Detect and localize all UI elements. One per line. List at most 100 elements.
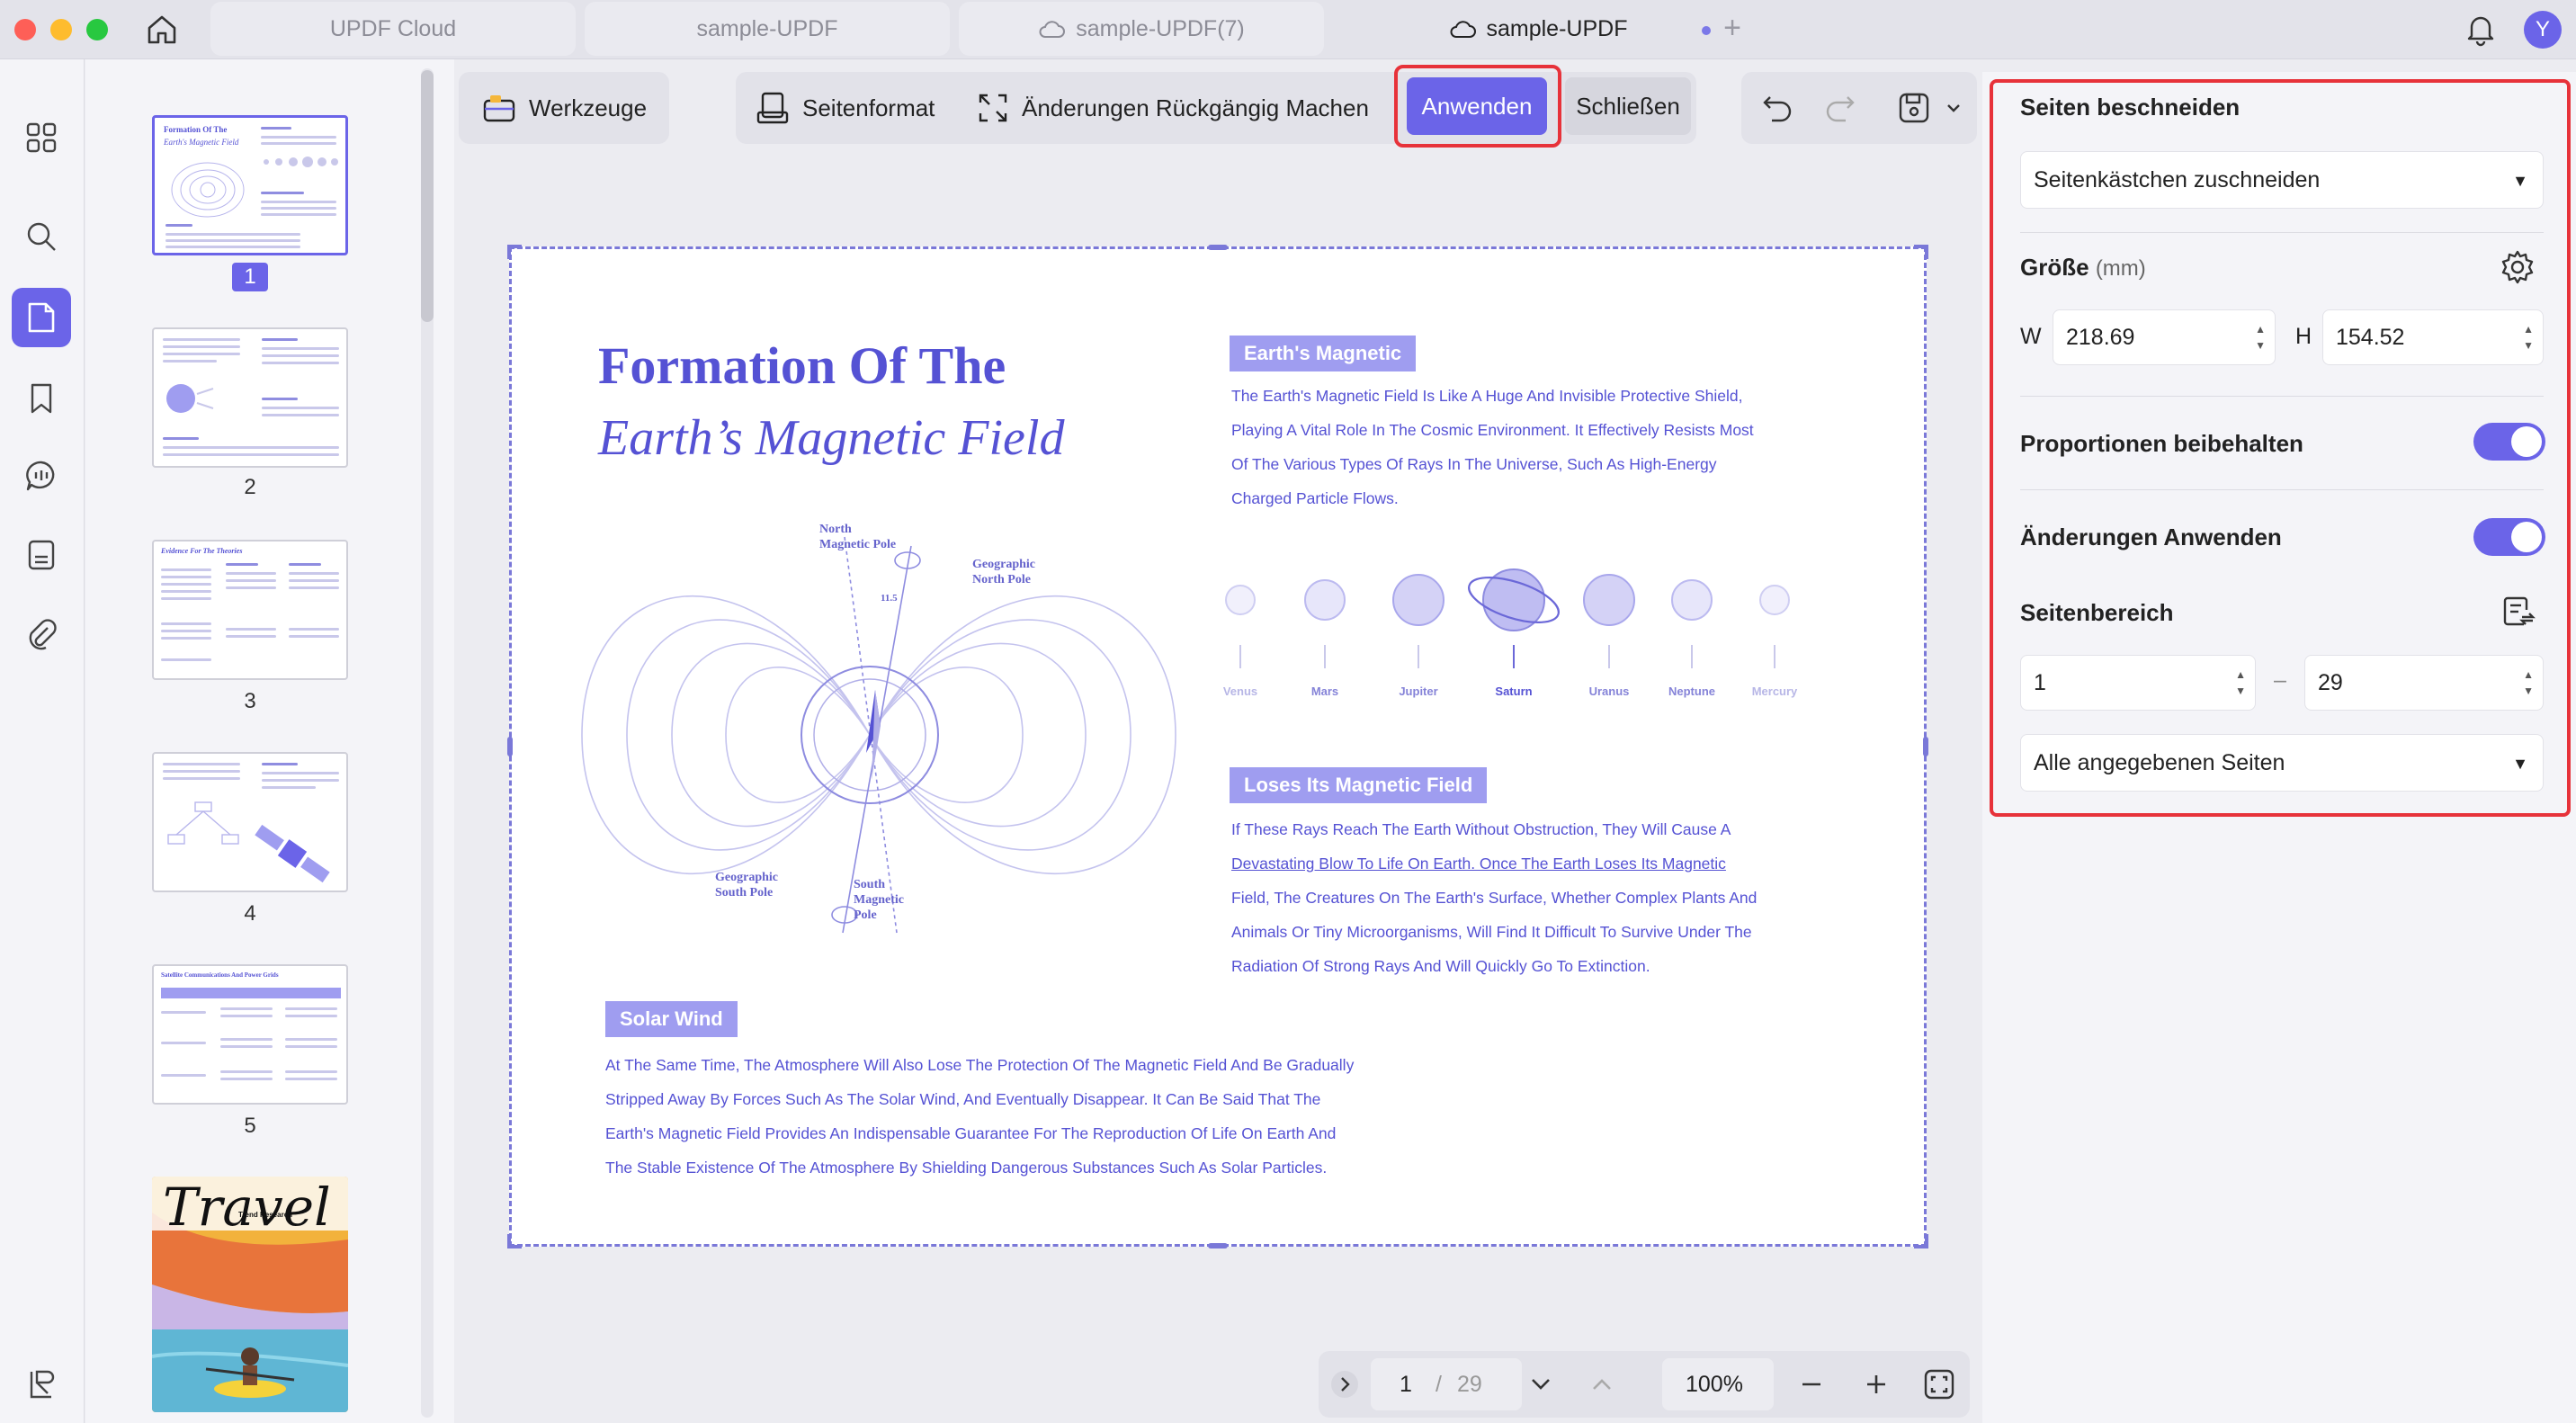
tools-label: Werkzeuge <box>529 94 648 121</box>
section-tag-loses-field: Loses Its Magnetic Field <box>1230 767 1488 803</box>
tools-button[interactable]: Werkzeuge <box>482 72 647 144</box>
thumbnail-title: Formation Of The <box>164 125 228 134</box>
window-minimize-button[interactable] <box>50 19 72 40</box>
tab-sample-updf-active[interactable]: sample-UPDF <box>1403 2 1711 56</box>
page-number-label: 3 <box>244 689 256 713</box>
pages-subset-select[interactable]: Alle angegebenen Seiten ▼ <box>2020 734 2544 792</box>
crop-handle-left[interactable] <box>507 737 513 756</box>
planet-label: Mercury <box>1751 685 1798 698</box>
comment-icon[interactable] <box>12 446 71 506</box>
bookmark-icon[interactable] <box>12 369 71 428</box>
height-stepper-icon[interactable]: ▲ ▼ <box>2523 321 2534 354</box>
zoom-level[interactable]: 100% <box>1686 1351 1743 1418</box>
form-icon[interactable] <box>12 525 71 585</box>
page-thumbnail-1[interactable]: Formation Of The Earth's Magnetic Field <box>152 115 348 255</box>
tools-group: Werkzeuge <box>459 72 669 144</box>
range-to-value: 29 <box>2318 669 2343 695</box>
planet-label: Jupiter <box>1399 685 1438 698</box>
page-number-label: 4 <box>244 901 256 926</box>
height-input[interactable]: 154.52 ▲ ▼ <box>2322 309 2544 365</box>
window-close-button[interactable] <box>14 19 36 40</box>
undo-icon[interactable] <box>1761 92 1793 124</box>
apply-button[interactable]: Anwenden <box>1407 77 1547 135</box>
width-stepper-icon[interactable]: ▲ ▼ <box>2255 321 2266 354</box>
paragraph-magnetic: The Earth's Magnetic Field Is Like A Hug… <box>1231 387 1754 507</box>
page-format-button[interactable]: Seitenformat <box>756 72 935 144</box>
chevron-down-icon[interactable] <box>1945 99 1963 117</box>
expand-icon <box>977 92 1009 124</box>
window-maximize-button[interactable] <box>86 19 108 40</box>
title-bar: UPDF Cloud sample-UPDF sample-UPDF(7) sa… <box>0 0 2576 59</box>
page-thumbnail-3[interactable]: Evidence For The Theories <box>152 540 348 680</box>
home-icon[interactable] <box>144 12 180 48</box>
width-input[interactable]: 218.69 ▲ ▼ <box>2053 309 2276 365</box>
history-group <box>1741 72 1977 144</box>
tab-updf-cloud[interactable]: UPDF Cloud <box>210 2 576 56</box>
undo-changes-button[interactable]: Änderungen Rückgängig Machen <box>977 72 1369 144</box>
organize-grid-icon[interactable] <box>12 108 71 167</box>
height-label: H <box>2295 324 2312 349</box>
keep-ratio-toggle[interactable] <box>2473 423 2545 461</box>
height-value: 154.52 <box>2336 324 2405 350</box>
page-separator: / <box>1436 1371 1442 1397</box>
next-page-icon[interactable] <box>1527 1351 1554 1418</box>
page-range-icon[interactable] <box>2500 594 2536 630</box>
thumbnail-scrollbar[interactable] <box>421 70 434 322</box>
pages-icon[interactable] <box>12 288 71 347</box>
gear-icon[interactable] <box>2499 248 2536 286</box>
crop-handle-bottom[interactable] <box>1208 1243 1228 1248</box>
south-magnetic-pole-label: South Magnetic Pole <box>854 878 904 922</box>
range-dash: – <box>2274 667 2286 693</box>
page-thumbnail-6[interactable]: Travel Trend Research <box>152 1177 348 1412</box>
range-from-stepper-icon[interactable]: ▲ ▼ <box>2235 667 2246 699</box>
section-tag-earths-magnetic: Earth's Magnetic <box>1230 336 1417 371</box>
planet-label: Venus <box>1222 685 1258 698</box>
current-page-input[interactable]: 1 <box>1400 1351 1412 1418</box>
fit-page-icon[interactable] <box>1923 1351 1955 1418</box>
crop-mode-select[interactable]: Seitenkästchen zuschneiden ▼ <box>2020 151 2544 209</box>
thumbnail-title: Satellite Communications And Power Grids <box>161 971 279 979</box>
crop-handle-right[interactable] <box>1923 737 1928 756</box>
apply-changes-toggle[interactable] <box>2473 518 2545 556</box>
bell-icon[interactable] <box>2463 11 2499 47</box>
previous-page-icon[interactable] <box>1588 1351 1615 1418</box>
crop-pages-title: Seiten beschneiden <box>2020 94 2241 121</box>
add-tab-icon[interactable]: + <box>1716 13 1749 45</box>
save-icon[interactable] <box>1896 90 1932 126</box>
range-to-stepper-icon[interactable]: ▲ ▼ <box>2523 667 2534 699</box>
crop-handle-top-right[interactable] <box>1914 245 1928 259</box>
planet-label: Mars <box>1310 685 1339 698</box>
page-thumbnail-4[interactable] <box>152 752 348 892</box>
zoom-in-icon[interactable] <box>1864 1351 1889 1418</box>
zoom-out-icon[interactable] <box>1799 1351 1824 1418</box>
crop-mode-value: Seitenkästchen zuschneiden <box>2034 166 2321 192</box>
crop-handle-top[interactable] <box>1208 245 1228 250</box>
planets-diagram <box>1225 568 1790 668</box>
tab-label: UPDF Cloud <box>329 15 457 41</box>
thumbnail-subtitle: Earth's Magnetic Field <box>164 138 239 147</box>
search-icon[interactable] <box>12 207 71 266</box>
crop-handle-bottom-right[interactable] <box>1914 1234 1928 1248</box>
close-button[interactable]: Schließen <box>1565 77 1691 135</box>
tab-label: sample-UPDF <box>1486 15 1628 41</box>
tab-sample-updf-7[interactable]: sample-UPDF(7) <box>959 2 1324 56</box>
crop-handle-top-left[interactable] <box>507 245 522 259</box>
range-to-input[interactable]: 29 ▲ ▼ <box>2304 655 2544 711</box>
page-thumbnail-5[interactable]: Satellite Communications And Power Grids <box>152 964 348 1105</box>
layers-icon[interactable] <box>12 1355 71 1414</box>
range-from-input[interactable]: 1 ▲ ▼ <box>2020 655 2256 711</box>
redo-icon[interactable] <box>1824 92 1856 124</box>
apply-changes-label: Änderungen Anwenden <box>2020 524 2282 550</box>
paragraph-solar-wind: At The Same Time, The Atmosphere Will Al… <box>605 1056 1355 1177</box>
planet-label: Uranus <box>1588 685 1630 698</box>
cloud-icon <box>1449 19 1476 39</box>
page-thumbnail-2[interactable] <box>152 327 348 468</box>
attachment-icon[interactable] <box>12 604 71 664</box>
avatar[interactable]: Y <box>2524 11 2562 49</box>
page-number-label: 2 <box>244 475 256 499</box>
crop-handle-bottom-left[interactable] <box>507 1234 522 1248</box>
cover-subtitle: Trend Research <box>238 1211 293 1219</box>
expand-panel-icon[interactable] <box>1329 1351 1360 1418</box>
tab-sample-updf[interactable]: sample-UPDF <box>585 2 950 56</box>
document-page[interactable]: Formation Of The Earth’s Magnetic Field … <box>507 245 1928 1248</box>
